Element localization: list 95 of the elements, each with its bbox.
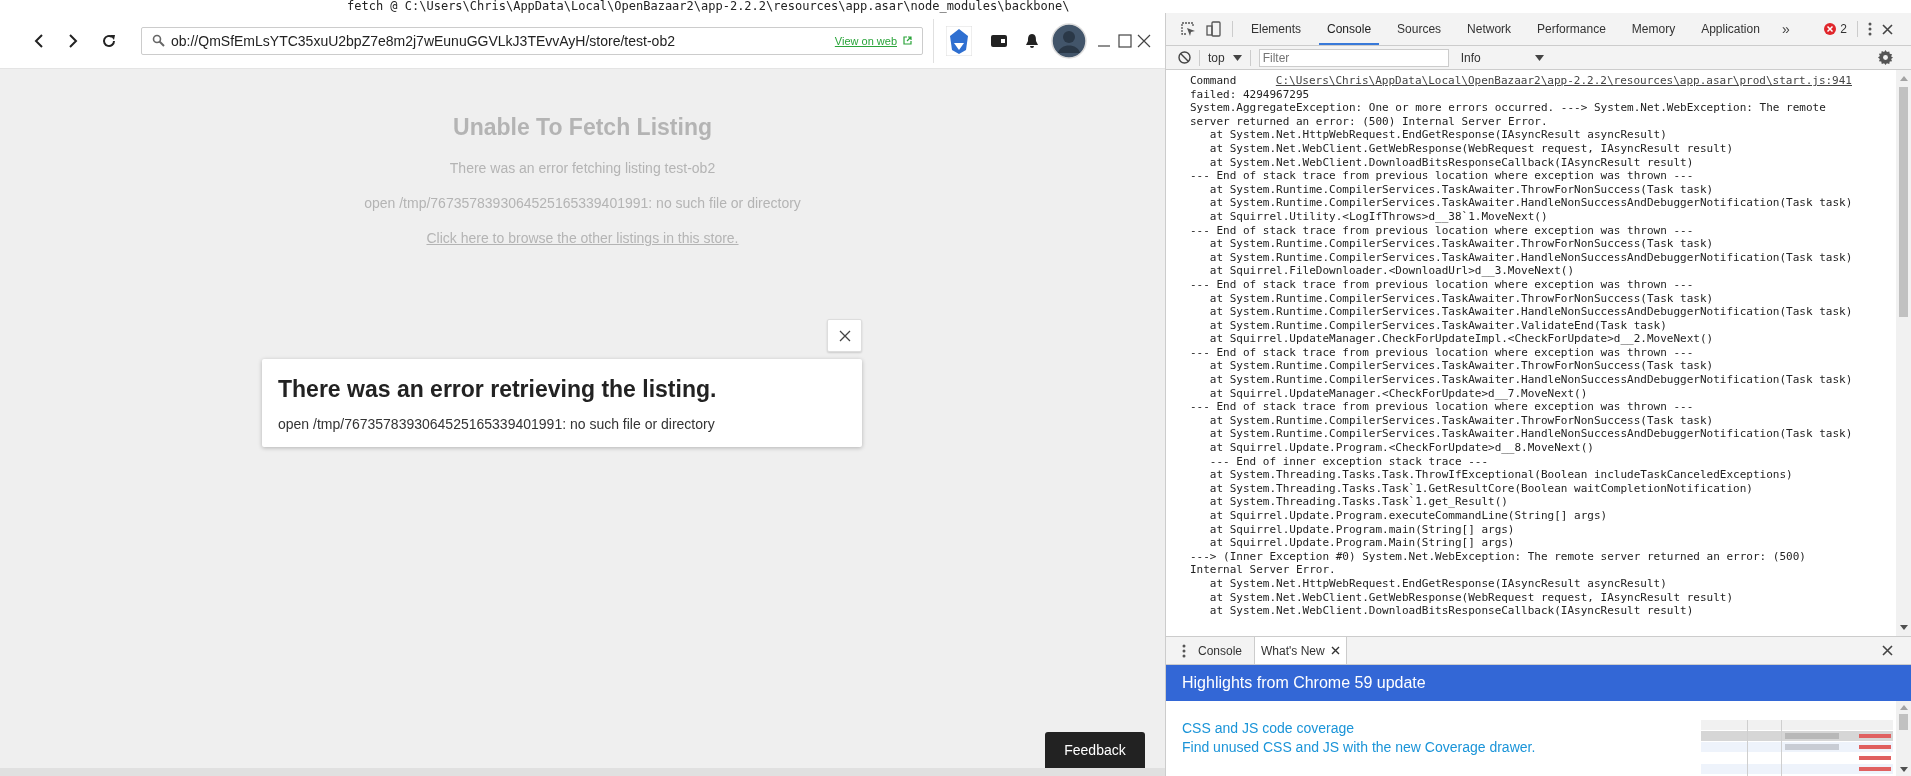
console-line: at System.Runtime.CompilerServices.TaskAwaiter.ThrowForNonSuccess(Task task) bbox=[1208, 291, 1715, 306]
console-line: at Squirrel.Update.Program.<CheckForUpdate>d__8.MoveNext() bbox=[1208, 441, 1595, 455]
forward-icon[interactable] bbox=[67, 32, 79, 49]
console-line: --- End of stack trace from previous location where exception was thrown --- bbox=[1190, 400, 1695, 414]
console-line: at System.Net.HttpWebRequest.EndGetResponse(IAsyncResult asyncResult) bbox=[1208, 576, 1668, 591]
dropdown-arrow-icon bbox=[1534, 54, 1544, 61]
console-line: --- End of stack trace from previous location where exception was thrown --- bbox=[1190, 169, 1695, 183]
devtools-tab[interactable]: Elements bbox=[1243, 13, 1310, 45]
scroll-down-icon[interactable] bbox=[1899, 625, 1908, 630]
console-line: at System.Net.WebClient.DownloadBitsResponseCallback(IAsyncResult result) bbox=[1208, 155, 1695, 170]
console-line: --- End of inner exception stack trace --- bbox=[1208, 454, 1489, 469]
console-line: at Squirrel.Update.Program.Main(String[] args) bbox=[1208, 536, 1516, 550]
scrollbar-thumb[interactable] bbox=[1899, 87, 1908, 317]
devtools-tab[interactable]: Memory bbox=[1623, 13, 1684, 45]
settings-icon[interactable] bbox=[1878, 50, 1893, 65]
console-line: Internal Server Error. bbox=[1190, 563, 1337, 577]
filter-field[interactable]: Filter bbox=[1258, 48, 1449, 67]
page-title: Unable To Fetch Listing bbox=[453, 113, 712, 142]
avatar[interactable] bbox=[1051, 22, 1087, 59]
feature-description: Find unused CSS and JS with the new Coverage drawer. bbox=[1182, 738, 1537, 757]
console-line: at System.Runtime.CompilerServices.TaskAwaiter.ThrowForNonSuccess(Task task) bbox=[1208, 237, 1715, 251]
back-icon[interactable] bbox=[33, 32, 45, 49]
bell-icon[interactable] bbox=[1025, 32, 1039, 49]
console-line: at Squirrel.UpdateManager.CheckForUpdateImpl.<CheckForUpdate>d__2.MoveNext() bbox=[1208, 332, 1715, 346]
close-icon bbox=[838, 329, 851, 342]
console-line: at System.Runtime.CompilerServices.TaskAwaiter.HandleNonSuccessAndDebuggerNotification(Task task) bbox=[1208, 250, 1854, 265]
console-line: at Squirrel.UpdateManager.<CheckForUpdate>d__7.MoveNext() bbox=[1208, 386, 1589, 401]
devtools-tab[interactable]: Application bbox=[1693, 13, 1768, 45]
scrollbar-thumb[interactable] bbox=[1899, 714, 1908, 730]
drawer-tab[interactable]: What's New bbox=[1254, 637, 1347, 664]
console-line: at System.Net.WebClient.GetWebResponse(WebRequest request, IAsyncResult result) bbox=[1208, 590, 1735, 605]
console-line: at System.Threading.Tasks.Task`1.get_Result() bbox=[1208, 495, 1509, 509]
error-icon bbox=[1824, 23, 1837, 35]
more-options-icon[interactable] bbox=[1182, 643, 1186, 658]
console-line: at System.Threading.Tasks.Task.ThrowIfExceptional(Boolean includeTaskCanceledExceptions) bbox=[1208, 468, 1794, 482]
app-logo-icon[interactable] bbox=[946, 25, 972, 56]
dialog-title: There was an error retrieving the listing. bbox=[278, 375, 718, 404]
dropdown-arrow-icon bbox=[1232, 54, 1242, 61]
context-dropdown[interactable]: top bbox=[1208, 50, 1225, 65]
console-line: --- End of stack trace from previous location where exception was thrown --- bbox=[1190, 345, 1695, 360]
console-text: fetch @ C:\Users\Chris\AppData\Local\OpenBazaar2\app-2.2.2\resources\app.asar\node_modules\backbone\ bbox=[347, 0, 1070, 13]
error-detail: open /tmp/7673578393064525165339401991: no such file or directory bbox=[364, 194, 801, 212]
console-line: at Squirrel.Update.Program.main(String[] args) bbox=[1208, 522, 1516, 537]
console-line: --- End of stack trace from previous location where exception was thrown --- bbox=[1190, 223, 1695, 238]
banner-title: Highlights from Chrome 59 update bbox=[1182, 674, 1426, 692]
external-link-icon bbox=[903, 36, 912, 45]
reload-icon[interactable] bbox=[101, 32, 117, 49]
maximize-icon[interactable] bbox=[1118, 33, 1132, 48]
search-icon bbox=[152, 34, 165, 47]
dialog-message: open /tmp/7673578393064525165339401991: no such file or directory bbox=[278, 415, 716, 433]
console-line: at Squirrel.Update.Program.executeCommandLine(String[] args) bbox=[1208, 509, 1609, 523]
devtools-tab[interactable]: Network bbox=[1459, 13, 1520, 45]
close-icon[interactable] bbox=[1882, 645, 1893, 656]
console-line: at Squirrel.Utility.<LogIfThrows>d__38`1.MoveNext() bbox=[1208, 209, 1549, 224]
console-line: at Squirrel.FileDownloader.<DownloadUrl>d__3.MoveNext() bbox=[1208, 264, 1576, 278]
console-line: Command bbox=[1190, 74, 1237, 88]
wallet-icon[interactable] bbox=[991, 34, 1007, 47]
device-icon[interactable] bbox=[1206, 21, 1222, 37]
console-line: at System.Runtime.CompilerServices.TaskAwaiter.HandleNonSuccessAndDebuggerNotification(Task task) bbox=[1208, 373, 1854, 387]
address-field[interactable]: ob://QmSfEmLsYTC35xuU2bpZ7e8m2j7wEunuGGVLkJ3TEvvAyH/store/test-ob2 View on web bbox=[141, 26, 923, 55]
drawer-tab[interactable]: Console bbox=[1192, 637, 1249, 664]
console-line: at System.Runtime.CompilerServices.TaskAwaiter.HandleNonSuccessAndDebuggerNotification(Task task) bbox=[1208, 196, 1854, 210]
console-line: at System.Net.WebClient.GetWebResponse(WebRequest request, IAsyncResult result) bbox=[1208, 141, 1735, 156]
console-line: at System.Runtime.CompilerServices.TaskAwaiter.ThrowForNonSuccess(Task task) bbox=[1208, 182, 1715, 197]
scrollbar[interactable] bbox=[1896, 70, 1911, 636]
console-line: at System.Runtime.CompilerServices.TaskAwaiter.ThrowForNonSuccess(Task task) bbox=[1208, 413, 1715, 428]
log-level-dropdown[interactable]: Info bbox=[1460, 50, 1481, 65]
console-line: at System.Runtime.CompilerServices.TaskAwaiter.ValidateEnd(Task task) bbox=[1208, 318, 1668, 333]
console-line: server returned an error: (500) Internal Server Error. bbox=[1190, 114, 1549, 129]
scrollbar[interactable] bbox=[1896, 701, 1911, 776]
console-line: at System.Net.HttpWebRequest.EndGetResponse(IAsyncResult asyncResult) bbox=[1208, 128, 1668, 142]
devtools-tab[interactable]: Performance bbox=[1529, 13, 1614, 45]
console-line: System.AggregateException: One or more errors occurred. ---> System.Net.WebException: The remote bbox=[1190, 101, 1827, 115]
feedback-button[interactable]: Feedback bbox=[1045, 732, 1145, 768]
console-line: ---> (Inner Exception #0) System.Net.WebException: The remote server returned an error: (500) bbox=[1190, 549, 1807, 564]
console-line: at System.Runtime.CompilerServices.TaskAwaiter.HandleNonSuccessAndDebuggerNotification(Task task) bbox=[1208, 305, 1854, 319]
address-text: ob://QmSfEmLsYTC35xuU2bpZ7e8m2j7wEunuGGVLkJ3TEvvAyH/store/test-ob2 bbox=[171, 32, 676, 49]
source-link[interactable]: C:\Users\Chris\AppData\Local\OpenBazaar2\app-2.2.2\resources\app.asar\prod\start.js:941 bbox=[1275, 74, 1852, 88]
console-line: failed: 4294967295 bbox=[1190, 87, 1311, 102]
close-icon[interactable] bbox=[1137, 33, 1151, 48]
clear-console-icon[interactable] bbox=[1178, 51, 1191, 64]
devtools-tab[interactable]: Sources bbox=[1389, 13, 1450, 45]
console-line: at System.Net.WebClient.DownloadBitsResponseCallback(IAsyncResult result) bbox=[1208, 604, 1695, 618]
console-line: at System.Runtime.CompilerServices.TaskAwaiter.HandleNonSuccessAndDebuggerNotification(Task task) bbox=[1208, 427, 1854, 442]
more-tabs[interactable]: » bbox=[1777, 21, 1794, 37]
close-icon[interactable] bbox=[1330, 646, 1340, 655]
console-line: at System.Threading.Tasks.Task`1.GetResultCore(Boolean waitCompletionNotification) bbox=[1208, 481, 1754, 496]
inspect-icon[interactable] bbox=[1180, 21, 1196, 37]
scroll-down-icon[interactable] bbox=[1899, 767, 1908, 772]
error-message: There was an error fetching listing test-ob2 bbox=[449, 159, 716, 177]
close-icon[interactable] bbox=[1882, 23, 1893, 35]
error-count[interactable]: 2 bbox=[1840, 22, 1847, 36]
more-options-icon[interactable] bbox=[1868, 22, 1872, 36]
console-line: at System.Runtime.CompilerServices.TaskAwaiter.ThrowForNonSuccess(Task task) bbox=[1208, 359, 1715, 374]
console-line: --- End of stack trace from previous location where exception was thrown --- bbox=[1190, 277, 1695, 292]
